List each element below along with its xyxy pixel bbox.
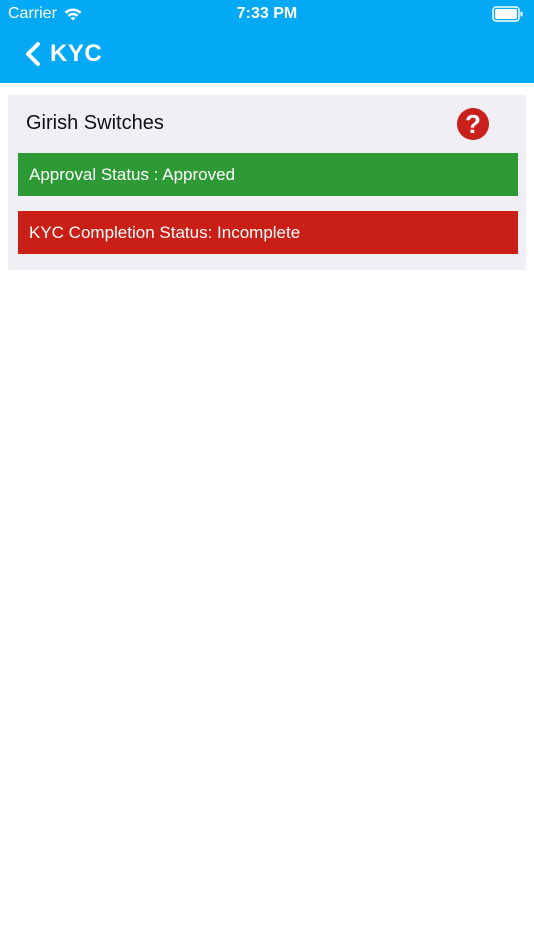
status-bar: Carrier 7:33 PM [0, 0, 534, 28]
battery-icon [492, 6, 523, 22]
question-icon[interactable]: ? [457, 108, 489, 140]
back-button[interactable]: KYC [24, 40, 102, 68]
status-time: 7:33 PM [236, 5, 298, 22]
kyc-completion-status-bar: KYC Completion Status: Incomplete [18, 211, 518, 254]
page-title: KYC [50, 40, 103, 67]
kyc-status-card: Girish Switches ? Approval Status : Appr… [8, 95, 526, 270]
app-header: Carrier 7:33 PM KYC [0, 0, 534, 83]
approval-status-bar: Approval Status : Approved [18, 153, 518, 196]
card-title: Girish Switches [26, 112, 164, 134]
chevron-left-icon [26, 42, 40, 66]
navigation-bar: KYC [0, 28, 534, 83]
